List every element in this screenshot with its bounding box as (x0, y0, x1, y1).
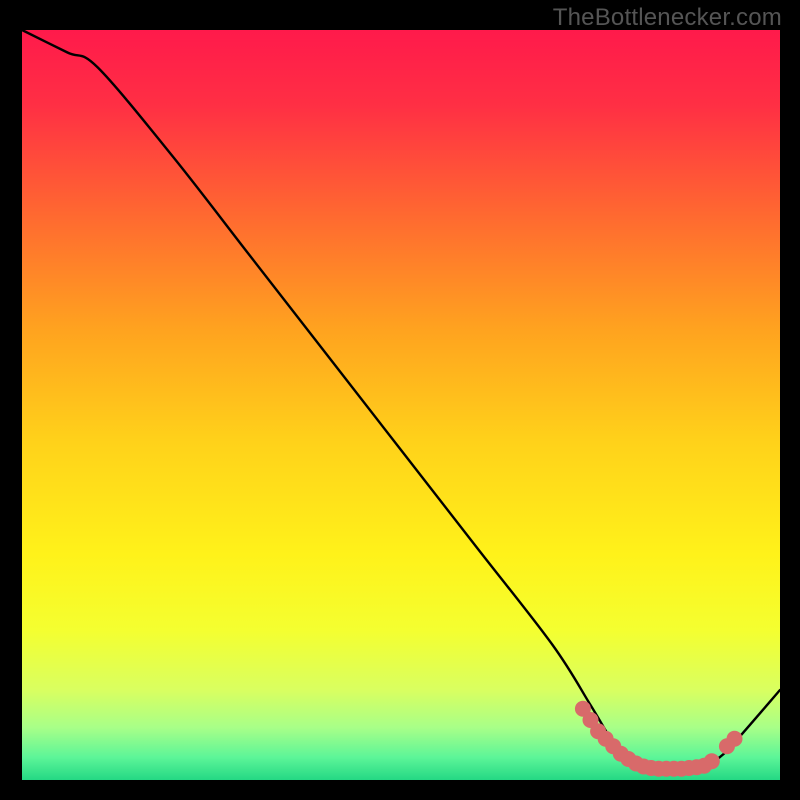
marker-dot (727, 731, 743, 747)
chart-frame: TheBottlenecker.com (0, 0, 800, 800)
marker-dot (704, 753, 720, 769)
watermark-text: TheBottlenecker.com (553, 4, 782, 32)
plot-background (22, 30, 780, 780)
bottleneck-chart (0, 0, 800, 800)
